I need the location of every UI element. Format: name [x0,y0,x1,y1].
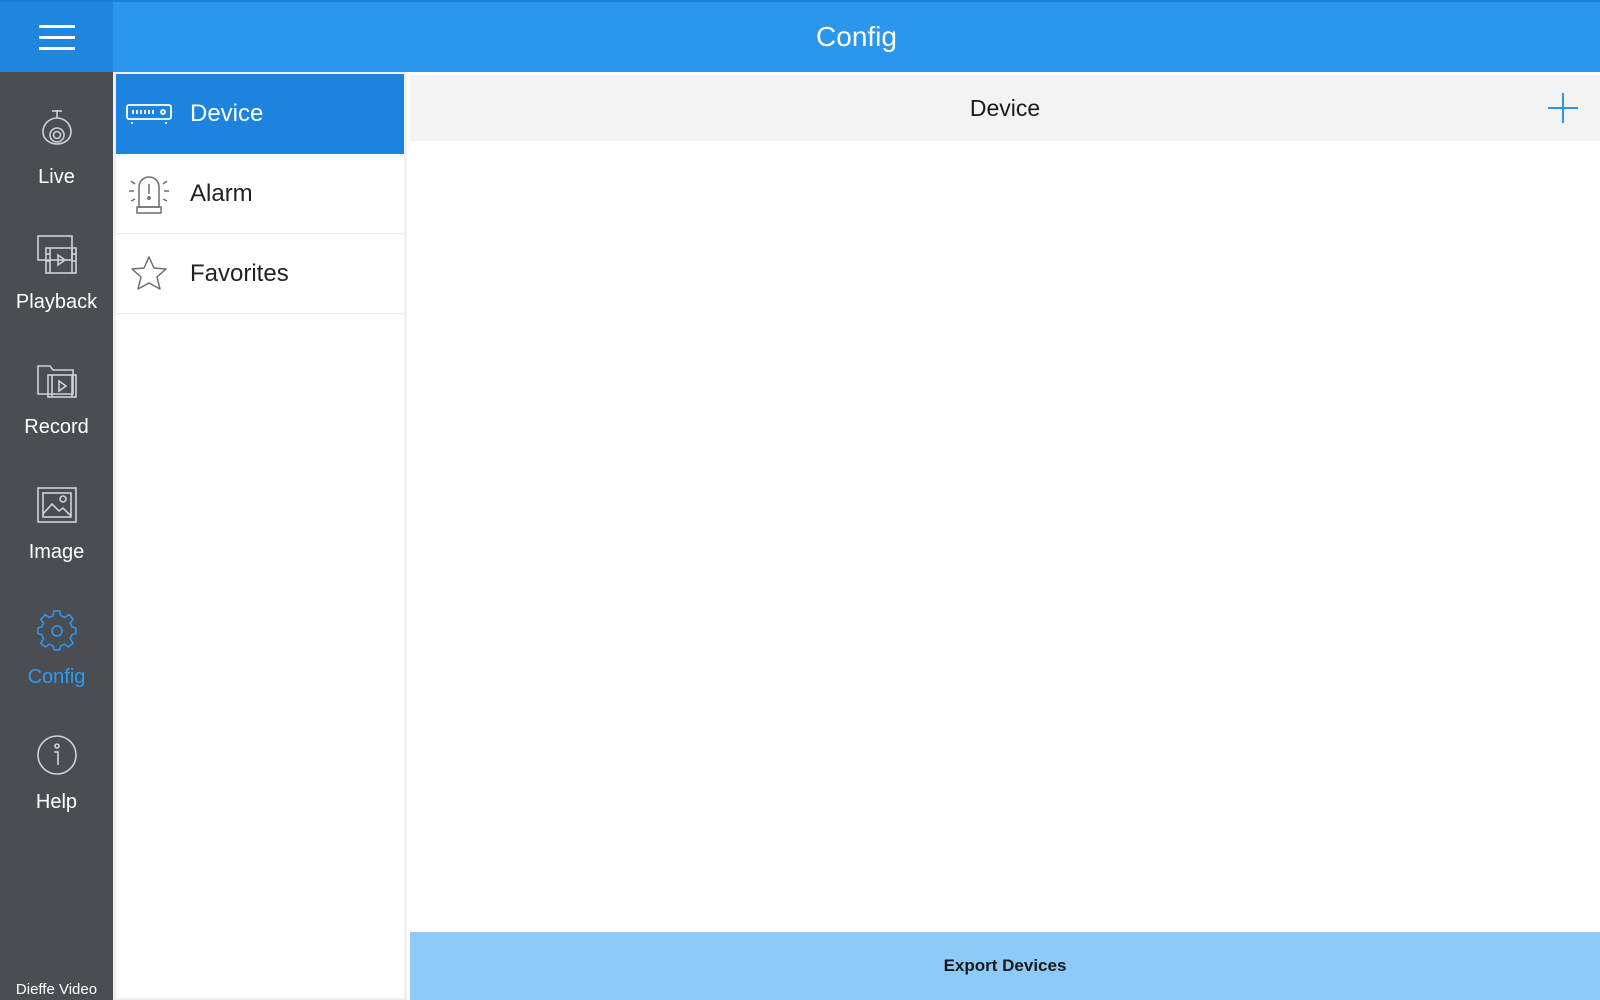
image-icon [36,487,77,523]
rail-item-live[interactable]: Live [0,102,113,222]
camera-icon [41,110,72,145]
rail-item-record[interactable]: Record [0,352,113,472]
menu-button[interactable] [0,2,113,74]
panel-header: Device [410,75,1600,141]
star-icon [131,255,167,290]
config-item-favorites[interactable]: Favorites [116,234,404,314]
rail-label: Image [28,541,85,563]
brand-label: Dieffe Video [15,981,98,998]
rail-label: Live [38,166,75,188]
rail-item-playback[interactable]: Playback [0,227,113,347]
config-item-device[interactable]: Device [116,74,404,154]
export-devices-button[interactable]: Export Devices [410,932,1600,1000]
playback-icon [36,235,77,274]
panel-title: Device [969,95,1041,121]
hamburger-menu-icon [38,25,75,50]
config-item-label: Alarm [190,179,253,207]
rail-item-help[interactable]: Help [0,727,113,847]
rail-label: Help [35,791,78,813]
info-icon [36,735,77,775]
alarm-beacon-icon [129,175,169,214]
nav-rail: Live Playback Record Image Config Help D… [0,72,113,1000]
config-item-label: Favorites [190,259,289,287]
rail-label: Config [27,666,86,688]
page-title: Config [816,21,897,52]
rail-label: Record [24,416,89,438]
rail-label: Playback [15,291,98,313]
gear-icon [36,610,77,651]
rail-item-image[interactable]: Image [0,477,113,597]
plus-icon [1548,93,1578,123]
top-bar: Config [0,0,1600,74]
add-device-button[interactable] [1544,89,1582,127]
config-item-label: Device [190,99,264,127]
config-item-alarm[interactable]: Alarm [116,154,404,234]
dvr-device-icon [126,103,172,124]
rail-item-config[interactable]: Config [0,602,113,722]
record-folder-icon [36,365,77,398]
config-menu: Device Alarm Favorites [113,72,407,1000]
device-panel: Device Export Devices [410,72,1600,1000]
